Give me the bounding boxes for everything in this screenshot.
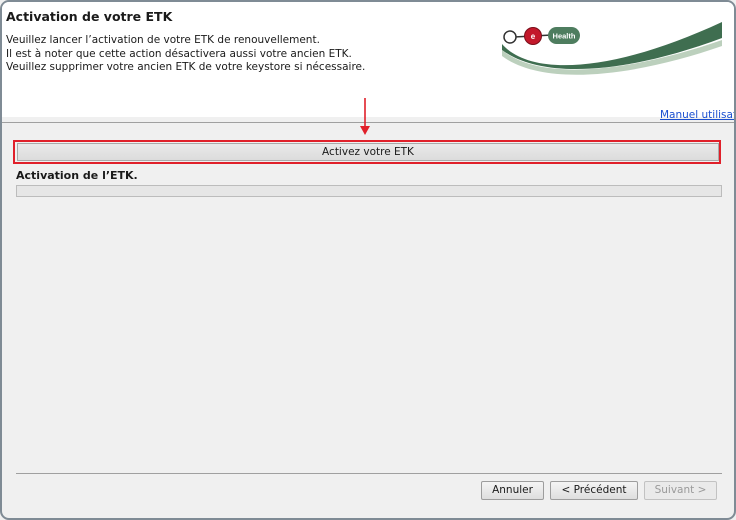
page-title: Activation de votre ETK [6, 9, 173, 24]
logo-word-health: Health [553, 32, 576, 41]
description-line-3: Veuillez supprimer votre ancien ETK de v… [6, 61, 366, 73]
logo-letter-e: e [531, 32, 536, 41]
user-manual-link[interactable]: Manuel utilisateu [660, 109, 734, 121]
activate-etk-button[interactable]: Activez votre ETK [17, 143, 719, 161]
description-line-1: Veuillez lancer l’activation de votre ET… [6, 34, 320, 46]
logo-small-circle [503, 30, 517, 44]
previous-button[interactable]: < Précédent [550, 481, 638, 500]
activation-progress-bar [16, 185, 722, 197]
page-description: Veuillez lancer l’activation de votre ET… [6, 34, 365, 75]
description-line-2: Il est à noter que cette action désactiv… [6, 47, 352, 60]
cancel-button[interactable]: Annuler [481, 481, 544, 500]
activation-status-label: Activation de l’ETK. [16, 169, 138, 182]
red-arrow-annotation [360, 98, 370, 135]
ehealth-logo: e Health [502, 22, 722, 75]
wizard-window: Activation de votre ETK Veuillez lancer … [0, 0, 736, 520]
footer-divider [16, 473, 722, 474]
next-button[interactable]: Suivant > [644, 481, 717, 500]
